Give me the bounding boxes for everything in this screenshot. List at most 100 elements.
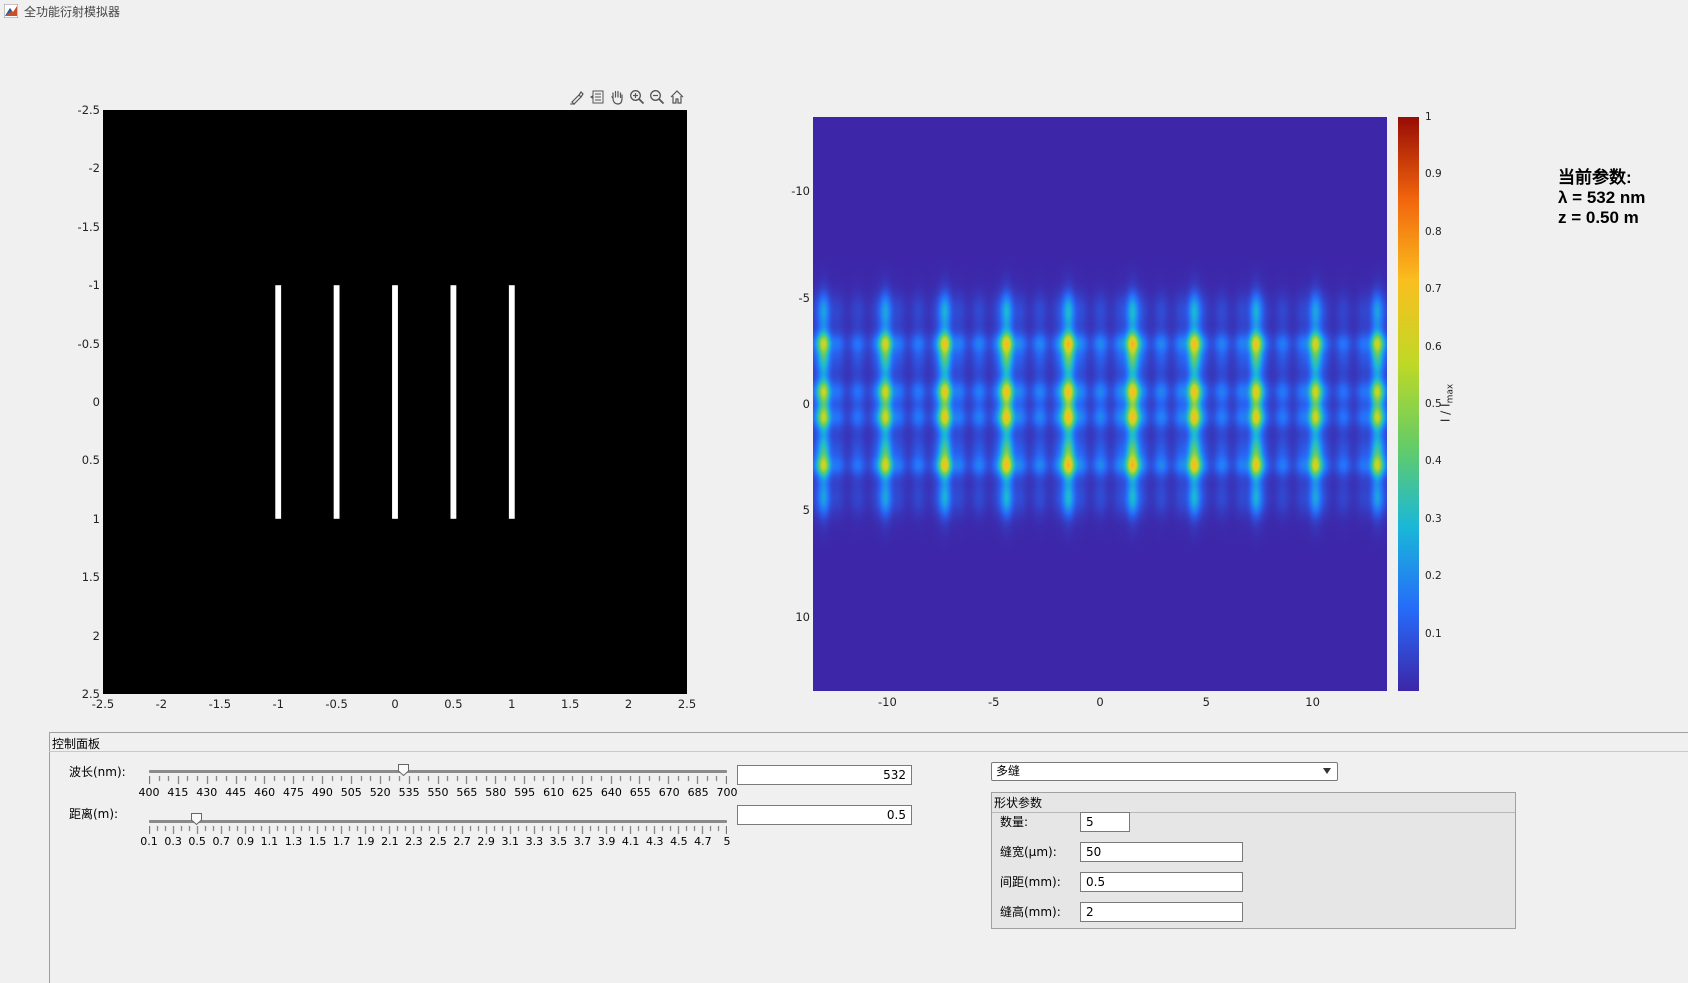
aperture-x-tick: 2.5	[677, 697, 697, 711]
slider-tick-label: 0.9	[236, 835, 255, 848]
brush-icon[interactable]	[568, 88, 586, 106]
wavelength-input[interactable]: 532	[737, 765, 912, 785]
slider-tick-label: 655	[629, 786, 651, 799]
slider-tick-label: 475	[283, 786, 304, 799]
heatmap-x-tick: 5	[1202, 695, 1210, 709]
heatmap-y-tick: -5	[798, 290, 810, 305]
wavelength-label: 波长(nm):	[69, 765, 126, 779]
heatmap-y-tick: -10	[791, 184, 810, 199]
colorbar-tick: 0.2	[1425, 570, 1442, 583]
params-heading: 当前参数:	[1558, 168, 1632, 187]
slider-tick-label: 700	[716, 786, 738, 799]
colorbar-tick: 0.7	[1425, 283, 1442, 296]
aperture-y-tick: 1.5	[81, 570, 100, 585]
aperture-y-tick: 0	[92, 395, 100, 409]
colorbar-tick: 0.1	[1425, 627, 1442, 640]
slider-tick-label: 505	[340, 786, 362, 799]
count-input[interactable]: 5	[1080, 812, 1130, 832]
slider-tick-label: 3.9	[597, 835, 616, 848]
shape-params-title: 形状参数	[994, 796, 1043, 810]
slit-height-input[interactable]: 2	[1080, 902, 1243, 922]
slider-tick-label: 0.3	[164, 835, 182, 848]
matlab-icon	[4, 4, 18, 18]
slider-tick-label: 1.7	[332, 835, 351, 848]
slit-3	[392, 285, 398, 519]
slider-tick-label: 1.5	[308, 835, 327, 848]
slider-tick-label: 2.1	[381, 835, 399, 848]
control-panel-title: 控制面板	[52, 737, 101, 751]
slit-width-input[interactable]: 50	[1080, 842, 1243, 862]
colorbar-tick: 0.8	[1425, 225, 1442, 238]
slit-4	[450, 285, 457, 519]
slider-tick-label: 0.5	[188, 835, 206, 848]
aperture-y-tick: -1.5	[77, 219, 100, 234]
slider-tick-label: 3.1	[501, 835, 520, 848]
slider-tick-label: 0.7	[212, 835, 231, 848]
aperture-x-tick: 0.5	[444, 697, 463, 711]
heatmap-y-tick: 5	[802, 503, 810, 518]
slider-tick-label: 4.5	[670, 835, 688, 848]
colorbar-tick: 0.3	[1425, 512, 1442, 525]
diffraction-pattern-heatmap[interactable]	[813, 117, 1387, 691]
slider-tick-label: 1.1	[260, 835, 279, 848]
pan-icon[interactable]	[608, 88, 626, 106]
slider-tick-label: 1.9	[357, 835, 375, 848]
aperture-y-tick: 2	[92, 628, 100, 643]
slider-tick-label: 490	[311, 786, 333, 799]
slider-tick-label: 4.7	[694, 835, 712, 848]
slider-tick-label: 415	[167, 786, 189, 799]
aperture-x-tick: -0.5	[325, 697, 348, 711]
aperture-plot[interactable]	[103, 110, 687, 694]
slider-tick-label: 0.1	[140, 835, 158, 848]
zoom-out-icon[interactable]	[648, 88, 666, 106]
slit-2	[333, 285, 340, 519]
heatmap-x-tick: 0	[1096, 695, 1104, 709]
colorbar-label: I / Imax	[1438, 383, 1456, 423]
colorbar	[1398, 117, 1419, 691]
params-wavelength: λ = 532 nm	[1558, 188, 1646, 207]
shape-dropdown-value: 多缝	[996, 764, 1021, 778]
home-icon[interactable]	[668, 88, 686, 106]
slider-tick-label: 2.7	[453, 835, 471, 848]
aperture-y-tick: -1	[88, 278, 100, 293]
shape-dropdown[interactable]: 多缝	[991, 762, 1338, 781]
slider-tick-label: 2.3	[405, 835, 423, 848]
aperture-x-tick: 2	[624, 697, 633, 711]
window-title: 全功能衍射模拟器	[24, 5, 121, 19]
distance-slider-thumb[interactable]	[190, 813, 202, 825]
colorbar-tick: 1	[1425, 111, 1432, 123]
aperture-y-tick: 1	[92, 511, 100, 526]
slider-tick-label: 3.3	[525, 835, 544, 848]
spacing-input[interactable]: 0.5	[1080, 872, 1243, 892]
spacing-label: 间距(mm):	[1000, 875, 1061, 889]
slider-tick-label: 2.5	[429, 835, 447, 848]
colorbar-tick: 0.9	[1425, 168, 1442, 181]
slider-tick-label: 550	[427, 786, 449, 799]
params-distance: z = 0.50 m	[1558, 208, 1639, 227]
datatip-icon[interactable]	[588, 88, 606, 106]
slider-tick-label: 535	[398, 786, 420, 799]
aperture-y-tick: -2.5	[77, 103, 100, 117]
slider-tick-label: 670	[658, 786, 680, 799]
slider-tick-label: 640	[600, 786, 622, 799]
slit-5	[508, 285, 515, 519]
colorbar-tick: 0.4	[1425, 455, 1442, 468]
distance-label: 距离(m):	[69, 807, 119, 821]
aperture-y-tick: 0.5	[81, 453, 100, 468]
slider-tick-label: 4.1	[621, 835, 640, 848]
slider-tick-label: 580	[485, 786, 507, 799]
slider-tick-label: 1.3	[284, 835, 303, 848]
zoom-in-icon[interactable]	[628, 88, 646, 106]
aperture-x-tick: -1.5	[208, 697, 232, 711]
aperture-x-tick: -1	[272, 697, 284, 711]
slider-tick-label: 400	[138, 786, 160, 799]
heatmap-y-tick: 0	[802, 397, 810, 411]
heatmap-x-tick: -5	[987, 695, 1000, 709]
shape-params-divider	[992, 812, 1515, 813]
aperture-x-tick: -2.5	[91, 697, 115, 711]
slider-tick-label: 4.3	[646, 835, 664, 848]
distance-input[interactable]: 0.5	[737, 805, 912, 825]
wavelength-slider-thumb[interactable]	[397, 764, 409, 776]
aperture-x-tick: 0	[391, 697, 399, 711]
chevron-down-icon[interactable]	[1323, 768, 1331, 774]
